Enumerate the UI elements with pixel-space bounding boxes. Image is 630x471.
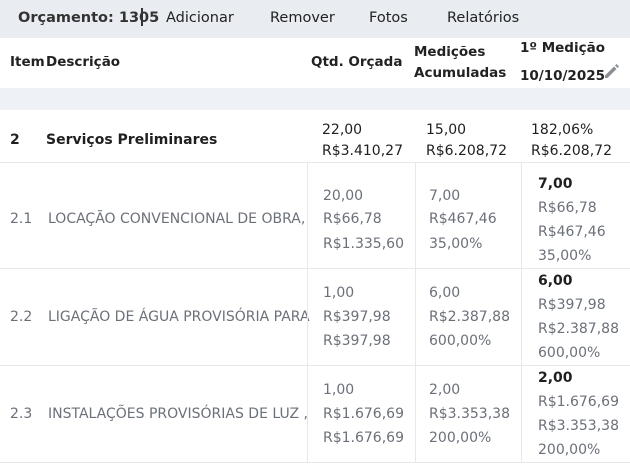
- group-measure-value: R$6.208,72: [531, 143, 612, 159]
- header-item: Item: [10, 54, 45, 70]
- row-divider: [0, 462, 630, 463]
- row-measure-qty[interactable]: 7,00: [538, 173, 573, 195]
- group-qty-value: R$3.410,27: [322, 143, 403, 159]
- row-qty: 20,00: [323, 188, 364, 204]
- row-divider: [0, 365, 630, 366]
- table-header: Item Descrição Qtd. Orçada Medições Acum…: [0, 38, 630, 88]
- header-first-measure-date: 10/10/2025: [520, 68, 606, 84]
- group-qty: 22,00: [322, 122, 363, 138]
- group-accumulated-value: R$6.208,72: [426, 143, 507, 159]
- row-qty: 1,00: [323, 382, 355, 398]
- column-divider: [415, 162, 416, 462]
- row-accumulated-value: R$3.353,38: [429, 406, 510, 422]
- row-measure-qty[interactable]: 6,00: [538, 270, 573, 292]
- row-description: LIGAÇÃO DE ÁGUA PROVISÓRIA PARA: [48, 309, 310, 325]
- remove-button[interactable]: Remover: [270, 10, 335, 26]
- header-accumulated-line2: Acumuladas: [414, 65, 507, 81]
- header-first-measure: 1º Medição: [520, 40, 605, 56]
- reports-button[interactable]: Relatórios: [447, 10, 519, 26]
- group-item-number: 2: [10, 132, 20, 148]
- header-divider-band: [0, 88, 630, 110]
- row-accumulated-qty: 2,00: [429, 382, 461, 398]
- row-unit-price: R$1.676,69: [323, 406, 404, 422]
- add-button[interactable]: Adicionar: [166, 10, 234, 26]
- group-measure-percent: 182,06%: [531, 122, 594, 138]
- row-unit-price: R$397,98: [323, 309, 391, 325]
- row-item-number: 2.3: [10, 406, 33, 422]
- row-accumulated-qty: 6,00: [429, 285, 461, 301]
- row-accumulated-percent: 35,00%: [429, 236, 483, 252]
- photos-button[interactable]: Fotos: [369, 10, 408, 26]
- column-divider: [307, 162, 308, 462]
- row-measure-percent: 35,00%: [538, 248, 592, 264]
- row-unit-price: R$66,78: [323, 211, 382, 227]
- row-measure-percent: 600,00%: [538, 345, 601, 361]
- row-qty: 1,00: [323, 285, 355, 301]
- row-item-number: 2.2: [10, 309, 33, 325]
- row-divider: [0, 162, 630, 163]
- row-measure-qty[interactable]: 2,00: [538, 367, 573, 389]
- row-measure-percent: 200,00%: [538, 442, 601, 458]
- header-accumulated-line1: Medições: [414, 44, 486, 60]
- row-item-number: 2.1: [10, 211, 33, 227]
- row-total: R$1.676,69: [323, 430, 404, 446]
- row-accumulated-qty: 7,00: [429, 188, 461, 204]
- row-measure-unit-price: R$397,98: [538, 297, 606, 313]
- row-divider: [0, 268, 630, 269]
- row-description: INSTALAÇÕES PROVISÓRIAS DE LUZ , I: [48, 406, 310, 422]
- toolbar-separator: [141, 8, 143, 26]
- column-divider: [521, 162, 522, 462]
- row-measure-value: R$2.387,88: [538, 321, 619, 337]
- row-measure-value: R$3.353,38: [538, 418, 619, 434]
- header-description: Descrição: [46, 54, 121, 70]
- budget-label: Orçamento: 1305: [18, 10, 160, 26]
- group-accumulated: 15,00: [426, 122, 467, 138]
- row-accumulated-percent: 200,00%: [429, 430, 492, 446]
- row-total: R$1.335,60: [323, 236, 404, 252]
- row-accumulated-value: R$2.387,88: [429, 309, 510, 325]
- row-description: LOCAÇÃO CONVENCIONAL DE OBRA, U: [48, 211, 310, 227]
- group-description: Serviços Preliminares: [46, 132, 218, 148]
- row-measure-unit-price: R$66,78: [538, 200, 597, 216]
- row-accumulated-value: R$467,46: [429, 211, 497, 227]
- pencil-icon[interactable]: [602, 61, 622, 81]
- toolbar: Orçamento: 1305 Adicionar Remover Fotos …: [0, 0, 630, 38]
- row-total: R$397,98: [323, 333, 391, 349]
- row-measure-value: R$467,46: [538, 224, 606, 240]
- row-measure-unit-price: R$1.676,69: [538, 394, 619, 410]
- row-accumulated-percent: 600,00%: [429, 333, 492, 349]
- header-qty-budgeted: Qtd. Orçada: [311, 54, 403, 70]
